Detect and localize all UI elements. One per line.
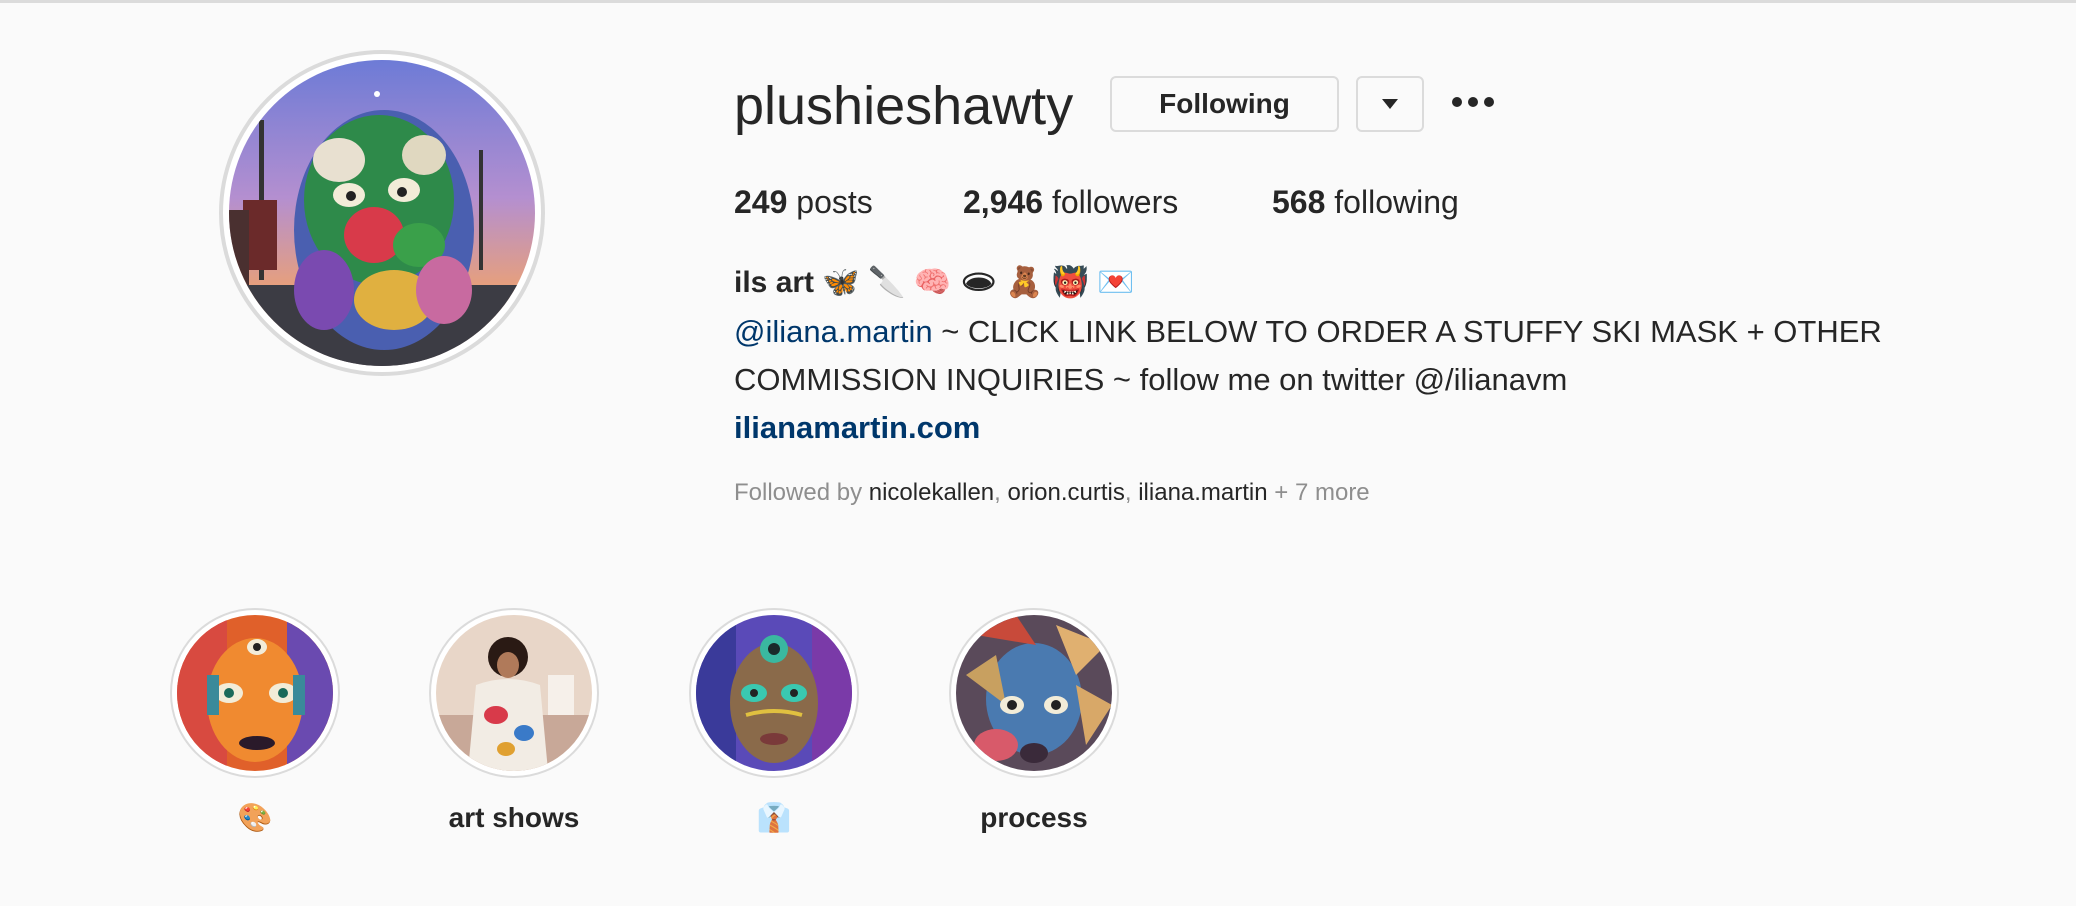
ellipsis-icon bbox=[1451, 95, 1495, 113]
suggested-accounts-dropdown-button[interactable] bbox=[1356, 76, 1424, 132]
story-highlight[interactable]: 👔 bbox=[688, 608, 860, 836]
top-border bbox=[0, 0, 2076, 3]
highlight-cover[interactable] bbox=[170, 608, 340, 778]
followed-by-prefix: Followed by bbox=[734, 479, 869, 506]
bio-name: ils art 🦋 🔪 🧠 🕳 🧸 👹 💌 bbox=[734, 266, 1135, 299]
following-button[interactable]: Following bbox=[1110, 76, 1339, 132]
highlight-label: 👔 bbox=[756, 802, 792, 833]
followed-by-separator: , bbox=[994, 479, 1008, 506]
highlight-label: 🎨 bbox=[237, 802, 273, 833]
highlight-label: art shows bbox=[448, 802, 580, 833]
bio-text: @iliana.martin ~ CLICK LINK BELOW TO ORD… bbox=[734, 308, 1934, 404]
following-count: 568 bbox=[1272, 184, 1326, 220]
story-highlight[interactable]: process bbox=[948, 608, 1120, 836]
bio-mention-link[interactable]: @iliana.martin bbox=[734, 314, 933, 349]
followed-by-account[interactable]: iliana.martin bbox=[1138, 479, 1267, 506]
following-stat[interactable]: 568 following bbox=[1272, 180, 1459, 224]
highlight-cover[interactable] bbox=[429, 608, 599, 778]
followed-by-account[interactable]: orion.curtis bbox=[1008, 479, 1125, 506]
highlight-cover[interactable] bbox=[949, 608, 1119, 778]
followers-count: 2,946 bbox=[963, 184, 1044, 220]
posts-label: posts bbox=[796, 184, 873, 220]
followers-stat[interactable]: 2,946 followers bbox=[963, 180, 1178, 224]
following-label: following bbox=[1334, 184, 1459, 220]
highlight-cover-image bbox=[177, 615, 333, 771]
profile-avatar-image bbox=[229, 60, 535, 366]
profile-avatar[interactable] bbox=[219, 50, 545, 376]
followers-label: followers bbox=[1051, 184, 1179, 220]
followed-by[interactable]: Followed by nicolekallen, orion.curtis, … bbox=[734, 475, 1370, 511]
highlight-cover-image bbox=[696, 615, 852, 771]
followed-by-account[interactable]: nicolekallen bbox=[869, 479, 994, 506]
highlight-cover-image bbox=[956, 615, 1112, 771]
bio-website-link[interactable]: ilianamartin.com bbox=[734, 404, 980, 452]
options-button[interactable] bbox=[1448, 86, 1498, 122]
followed-by-more[interactable]: + 7 more bbox=[1268, 479, 1369, 506]
posts-stat: 249 posts bbox=[734, 180, 873, 224]
highlight-cover[interactable] bbox=[689, 608, 859, 778]
story-highlight[interactable]: art shows bbox=[428, 608, 600, 836]
posts-count: 249 bbox=[734, 184, 788, 220]
highlight-cover-image bbox=[436, 615, 592, 771]
story-highlight[interactable]: 🎨 bbox=[169, 608, 341, 836]
profile-username: plushieshawty bbox=[734, 76, 1074, 136]
highlight-label: process bbox=[980, 802, 1088, 833]
caret-down-icon bbox=[1382, 97, 1398, 112]
followed-by-separator: , bbox=[1124, 479, 1139, 506]
